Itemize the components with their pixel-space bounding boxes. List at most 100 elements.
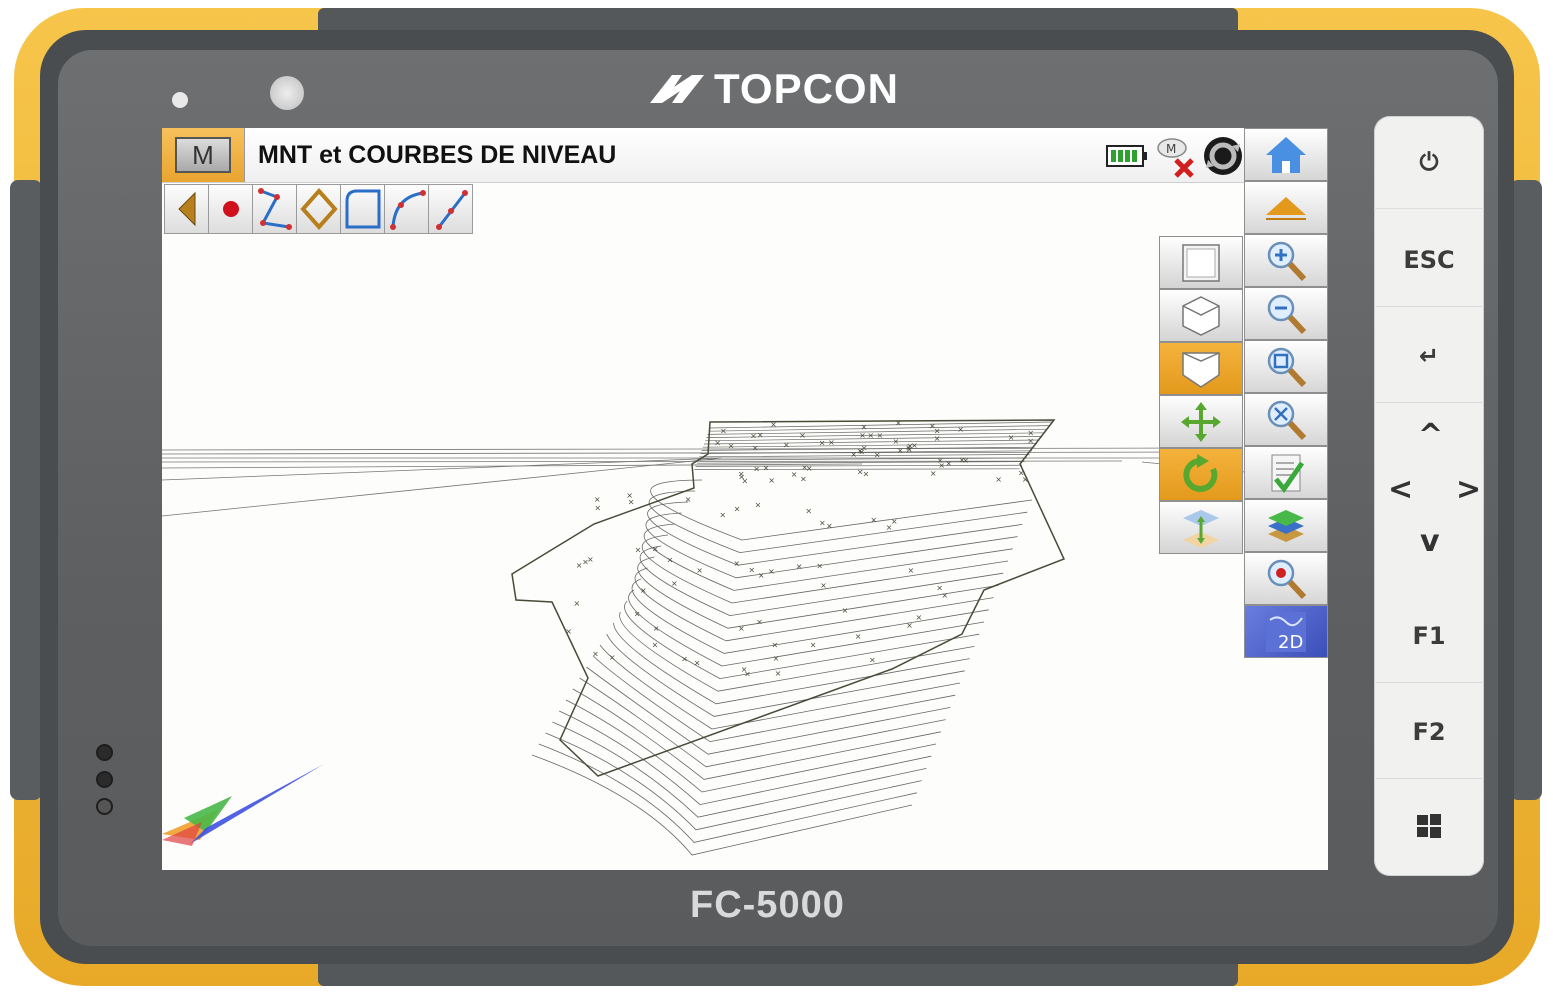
device-screen: × × × × × × × × × × × × × × × × × × × × × × × × × × × × × × × × × × × × × × × ×…	[162, 128, 1328, 870]
iso-view-icon	[1182, 295, 1220, 336]
enter-key-label: ↵	[1418, 342, 1440, 370]
survey-point-mark: ×	[752, 444, 759, 453]
enter-key[interactable]: ↵	[1374, 310, 1484, 403]
power-key[interactable]: ⏻	[1374, 116, 1484, 209]
top-view-button[interactable]	[1159, 236, 1243, 289]
esc-key[interactable]: ESC	[1374, 214, 1484, 307]
contour-line	[531, 754, 913, 856]
survey-point-mark: ×	[594, 503, 601, 512]
polyline-icon	[257, 188, 292, 230]
collapse-up-button[interactable]	[1244, 181, 1328, 234]
point-tool-button[interactable]	[209, 185, 253, 233]
arc-tool-button[interactable]	[385, 185, 429, 233]
led-3	[96, 798, 113, 815]
survey-point-mark: ×	[934, 434, 941, 443]
power-key-label: ⏻	[1419, 148, 1439, 176]
survey-point-mark: ×	[826, 521, 833, 530]
up-key[interactable]: ^	[1418, 418, 1443, 453]
point-icon	[222, 201, 239, 217]
zoom-to-point-icon	[1267, 559, 1307, 599]
survey-point-mark: ×	[565, 627, 572, 636]
polyline-tool-button[interactable]	[253, 185, 297, 233]
survey-point-mark: ×	[1008, 433, 1015, 442]
survey-point-mark: ×	[763, 463, 770, 472]
front-camera	[270, 76, 304, 110]
survey-points: × × × × × × × × × × × × × × × × × × × × × × × × × × × × × × × × × × × × × × × ×…	[565, 418, 1034, 678]
elevation-scale-button[interactable]	[1159, 501, 1243, 554]
survey-point-mark: ×	[819, 438, 826, 447]
device-model: FC-5000	[690, 884, 845, 926]
zoom-window-button[interactable]	[1244, 340, 1328, 393]
zoom-in-icon	[1267, 241, 1307, 281]
left-key[interactable]: <	[1388, 472, 1413, 507]
right-key[interactable]: >	[1456, 472, 1481, 507]
survey-point-mark: ×	[861, 443, 868, 452]
survey-point-mark: ×	[756, 618, 763, 627]
back-button[interactable]	[165, 185, 209, 233]
survey-point-mark: ×	[930, 469, 937, 478]
zoom-extents-button[interactable]	[1244, 393, 1328, 446]
windows-icon	[1417, 814, 1441, 838]
survey-point-mark: ×	[869, 656, 876, 665]
view-2d-icon: 2D	[1266, 611, 1306, 653]
view-2d-button[interactable]: 2D	[1244, 605, 1328, 658]
layers-button[interactable]	[1244, 499, 1328, 552]
zoom-in-button[interactable]	[1244, 234, 1328, 287]
survey-point-mark: ×	[828, 438, 835, 447]
rectangle-curve-tool-button[interactable]	[341, 185, 385, 233]
survey-point-mark: ×	[771, 641, 778, 650]
right-command-panel: 2D	[1244, 128, 1328, 870]
survey-point-mark: ×	[768, 476, 775, 485]
survey-point-mark: ×	[744, 669, 751, 678]
polygon-icon	[299, 187, 338, 231]
perspective-view-button[interactable]	[1159, 342, 1243, 395]
rotate-button[interactable]	[1159, 448, 1243, 501]
f2-key-label: F2	[1412, 718, 1446, 746]
survey-point-mark: ×	[696, 566, 703, 575]
f2-key[interactable]: F2	[1374, 686, 1484, 779]
survey-point-mark: ×	[855, 632, 862, 641]
survey-point-mark: ×	[574, 599, 581, 608]
collapse-up-icon	[1266, 196, 1306, 220]
survey-point-mark: ×	[748, 566, 755, 575]
axis-triad-icon	[162, 764, 324, 846]
status-leds	[96, 744, 113, 825]
survey-point-mark: ×	[801, 463, 808, 472]
main-menu-button[interactable]: M	[162, 128, 245, 182]
pan-button[interactable]	[1159, 395, 1243, 448]
down-key[interactable]: v	[1420, 524, 1440, 559]
survey-point-mark: ×	[719, 511, 726, 520]
sync-icon[interactable]	[1202, 134, 1244, 178]
survey-point-mark: ×	[694, 658, 701, 667]
zoom-out-button[interactable]	[1244, 287, 1328, 340]
survey-point-mark: ×	[634, 609, 641, 618]
line-tool-button[interactable]	[429, 185, 472, 233]
survey-point-mark: ×	[819, 519, 826, 528]
dtm-3d-view[interactable]: × × × × × × × × × × × × × × × × × × × × × × × × × × × × × × × × × × × × × × × ×…	[162, 128, 1328, 870]
f1-key-label: F1	[1412, 622, 1446, 650]
satellite-disconnected-icon: M	[1157, 138, 1194, 178]
polygon-tool-button[interactable]	[297, 185, 341, 233]
survey-point-mark: ×	[652, 640, 659, 649]
windows-key[interactable]	[1374, 780, 1484, 872]
survey-point-mark: ×	[714, 439, 721, 448]
checklist-button[interactable]	[1244, 446, 1328, 499]
survey-point-mark: ×	[805, 507, 812, 516]
hardware-keypad: ⏻ ESC ↵ ^ < > v F1 F2	[1374, 116, 1484, 876]
contour-line	[709, 421, 1053, 429]
survey-point-mark: ×	[685, 495, 692, 504]
survey-point-mark: ×	[957, 425, 964, 434]
light-sensor	[172, 92, 188, 108]
survey-point-mark: ×	[652, 544, 659, 553]
contour-line	[696, 461, 1025, 464]
home-button[interactable]	[1244, 128, 1328, 181]
brand-name: TOPCON	[714, 65, 899, 112]
arc-icon	[389, 190, 426, 230]
survey-point-mark: ×	[906, 445, 913, 454]
survey-point-mark: ×	[800, 474, 807, 483]
iso-view-button[interactable]	[1159, 289, 1243, 342]
f1-key[interactable]: F1	[1374, 590, 1484, 683]
led-1	[96, 744, 113, 761]
zoom-to-point-button[interactable]	[1244, 552, 1328, 605]
view-2d-label: 2D	[1278, 632, 1303, 653]
